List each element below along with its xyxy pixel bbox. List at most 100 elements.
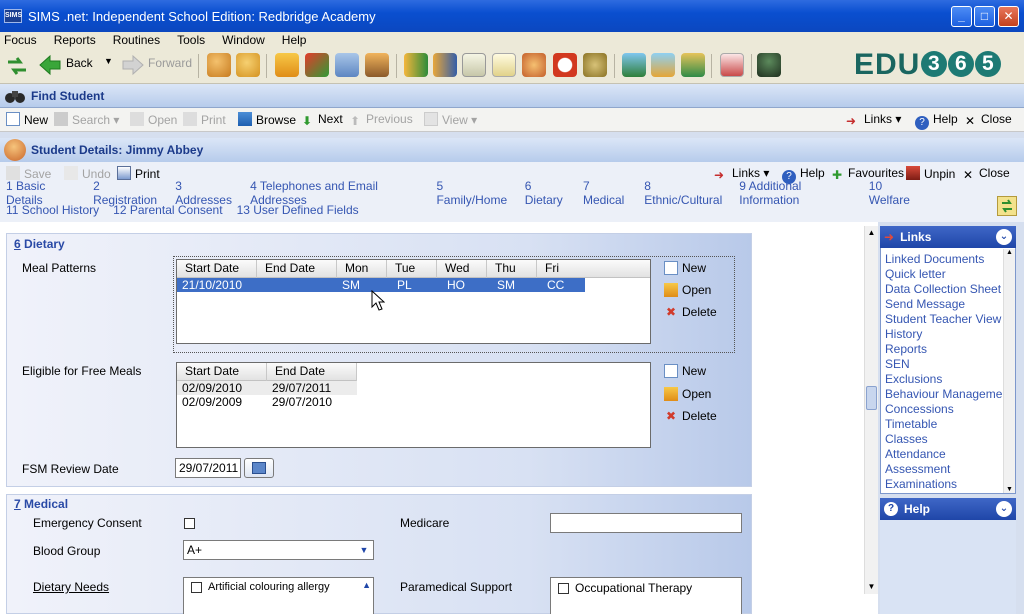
scroll-thumb[interactable]	[866, 386, 877, 410]
col-end-date[interactable]: End Date	[267, 363, 357, 381]
coins-icon[interactable]	[583, 53, 607, 77]
emergency-consent-checkbox[interactable]	[184, 518, 195, 529]
find-close-button[interactable]: ✕ Close	[963, 112, 1012, 128]
meal-delete-button[interactable]: ✖ Delete	[664, 305, 717, 319]
col-fri[interactable]: Fri	[537, 260, 587, 278]
section-link-school-history[interactable]: 11 School History	[6, 203, 99, 217]
folder-icon[interactable]	[275, 53, 299, 77]
back-button[interactable]: Back	[66, 56, 93, 70]
menu-help[interactable]: Help	[282, 33, 307, 48]
scroll-down-icon[interactable]: ▼	[1004, 486, 1015, 493]
maximize-button[interactable]: □	[974, 6, 995, 27]
scroll-down-icon[interactable]: ▼	[865, 580, 878, 594]
main-scrollbar[interactable]: ▲ ▼	[864, 226, 878, 594]
student-icon[interactable]	[207, 53, 231, 77]
collapse-chevron-icon[interactable]: ⌄	[996, 501, 1012, 517]
link-classes[interactable]: Classes	[881, 432, 1015, 447]
menu-routines[interactable]: Routines	[113, 33, 160, 48]
link-history[interactable]: History	[881, 327, 1015, 342]
back-arrow-icon[interactable]	[38, 54, 62, 76]
col-start-date[interactable]: Start Date	[177, 363, 267, 381]
back-dropdown-icon[interactable]: ▼	[104, 56, 113, 66]
link-concessions[interactable]: Concessions	[881, 402, 1015, 417]
link-examinations[interactable]: Examinations	[881, 477, 1015, 492]
minimize-button[interactable]: _	[951, 6, 972, 27]
swap-icon[interactable]	[6, 55, 28, 77]
user-photo-icon[interactable]	[757, 53, 781, 77]
calendar-button[interactable]	[244, 458, 274, 478]
free-meals-grid[interactable]: Start Date End Date 02/09/2010 29/07/2011 …	[176, 362, 651, 448]
link-assessment[interactable]: Assessment	[881, 462, 1015, 477]
chevron-up-icon[interactable]: ▲	[362, 580, 371, 590]
section-link-user-defined[interactable]: 13 User Defined Fields	[237, 203, 359, 217]
link-attendance[interactable]: Attendance	[881, 447, 1015, 462]
paramedical-item-checkbox[interactable]	[558, 582, 569, 594]
refresh-icon[interactable]	[997, 196, 1017, 216]
blood-group-select[interactable]: A+ ▼	[183, 540, 374, 560]
clock-icon[interactable]	[553, 53, 577, 77]
notepad-icon[interactable]	[492, 53, 516, 77]
menu-focus[interactable]: Focus	[4, 33, 37, 48]
link-data-collection-sheet[interactable]: Data Collection Sheet	[881, 282, 1015, 297]
link-reports[interactable]: Reports	[881, 342, 1015, 357]
menu-reports[interactable]: Reports	[54, 33, 96, 48]
scroll-up-icon[interactable]: ▲	[1004, 249, 1015, 256]
meal-open-button[interactable]: Open	[664, 283, 711, 297]
table-row[interactable]: 02/09/2010 29/07/2011	[177, 381, 357, 395]
link-sen[interactable]: SEN	[881, 357, 1015, 372]
new-student-button[interactable]: New	[6, 112, 48, 127]
browse-button[interactable]: Browse	[238, 112, 296, 127]
free-open-button[interactable]: Open	[664, 387, 711, 401]
dietary-needs-list[interactable]: Artificial colouring allergy ▲	[183, 577, 374, 614]
link-timetable[interactable]: Timetable	[881, 417, 1015, 432]
register-icon[interactable]	[462, 53, 486, 77]
people-icon[interactable]	[365, 53, 389, 77]
menu-window[interactable]: Window	[222, 33, 265, 48]
link-behaviour-management[interactable]: Behaviour Management	[881, 387, 1015, 402]
collapse-chevron-icon[interactable]: ⌄	[996, 229, 1012, 245]
close-window-button[interactable]: ✕	[998, 6, 1019, 27]
fsm-review-date-input[interactable]: 29/07/2011	[175, 458, 241, 478]
col-tue[interactable]: Tue	[387, 260, 437, 278]
link-exclusions[interactable]: Exclusions	[881, 372, 1015, 387]
link-student-teacher-view[interactable]: Student Teacher View	[881, 312, 1015, 327]
contact-icon[interactable]	[236, 53, 260, 77]
paramedical-support-list[interactable]: Occupational Therapy	[550, 577, 742, 614]
col-mon[interactable]: Mon	[337, 260, 387, 278]
globe-icon[interactable]	[622, 53, 646, 77]
col-start-date[interactable]: Start Date	[177, 260, 257, 278]
flags-icon[interactable]	[305, 53, 329, 77]
person-badge-icon[interactable]	[522, 53, 546, 77]
dietary-item-checkbox[interactable]	[191, 581, 202, 593]
col-end-date[interactable]: End Date	[257, 260, 337, 278]
menu-tools[interactable]: Tools	[177, 33, 205, 48]
world-icon[interactable]	[651, 53, 675, 77]
next-button[interactable]: ⬇ Next	[300, 112, 343, 128]
link-quick-letter[interactable]: Quick letter	[881, 267, 1015, 282]
student-close-button[interactable]: ✕ Close	[961, 166, 1010, 182]
transfer-icon[interactable]	[681, 53, 705, 77]
free-delete-button[interactable]: ✖ Delete	[664, 409, 717, 423]
section-link-parental-consent[interactable]: 12 Parental Consent	[113, 203, 222, 217]
help-panel-header[interactable]: ? Help ⌄	[880, 498, 1016, 520]
link-linked-documents[interactable]: Linked Documents	[881, 252, 1015, 267]
chevron-down-icon[interactable]: ▼	[357, 543, 371, 557]
medicare-input[interactable]	[550, 513, 742, 533]
table-row[interactable]: 02/09/2009 29/07/2010	[177, 395, 357, 409]
group-icon[interactable]	[404, 53, 428, 77]
list-item[interactable]: Artificial colouring allergy	[184, 578, 373, 593]
document-icon[interactable]	[335, 53, 359, 77]
links-scrollbar[interactable]: ▲ ▼	[1003, 249, 1015, 493]
col-thu[interactable]: Thu	[487, 260, 537, 278]
meal-new-button[interactable]: New	[664, 261, 706, 275]
find-links-button[interactable]: ➜ Links ▾	[846, 112, 901, 128]
col-wed[interactable]: Wed	[437, 260, 487, 278]
free-new-button[interactable]: New	[664, 364, 706, 378]
link-send-message[interactable]: Send Message	[881, 297, 1015, 312]
meal-patterns-grid[interactable]: Start Date End Date Mon Tue Wed Thu Fri 21/10/…	[176, 259, 651, 344]
staff-icon[interactable]	[433, 53, 457, 77]
list-item[interactable]: Occupational Therapy	[551, 578, 741, 595]
find-help-button[interactable]: ? Help	[915, 112, 958, 130]
links-panel-header[interactable]: ➜ Links ⌄	[880, 226, 1016, 248]
report-icon[interactable]	[720, 53, 744, 77]
